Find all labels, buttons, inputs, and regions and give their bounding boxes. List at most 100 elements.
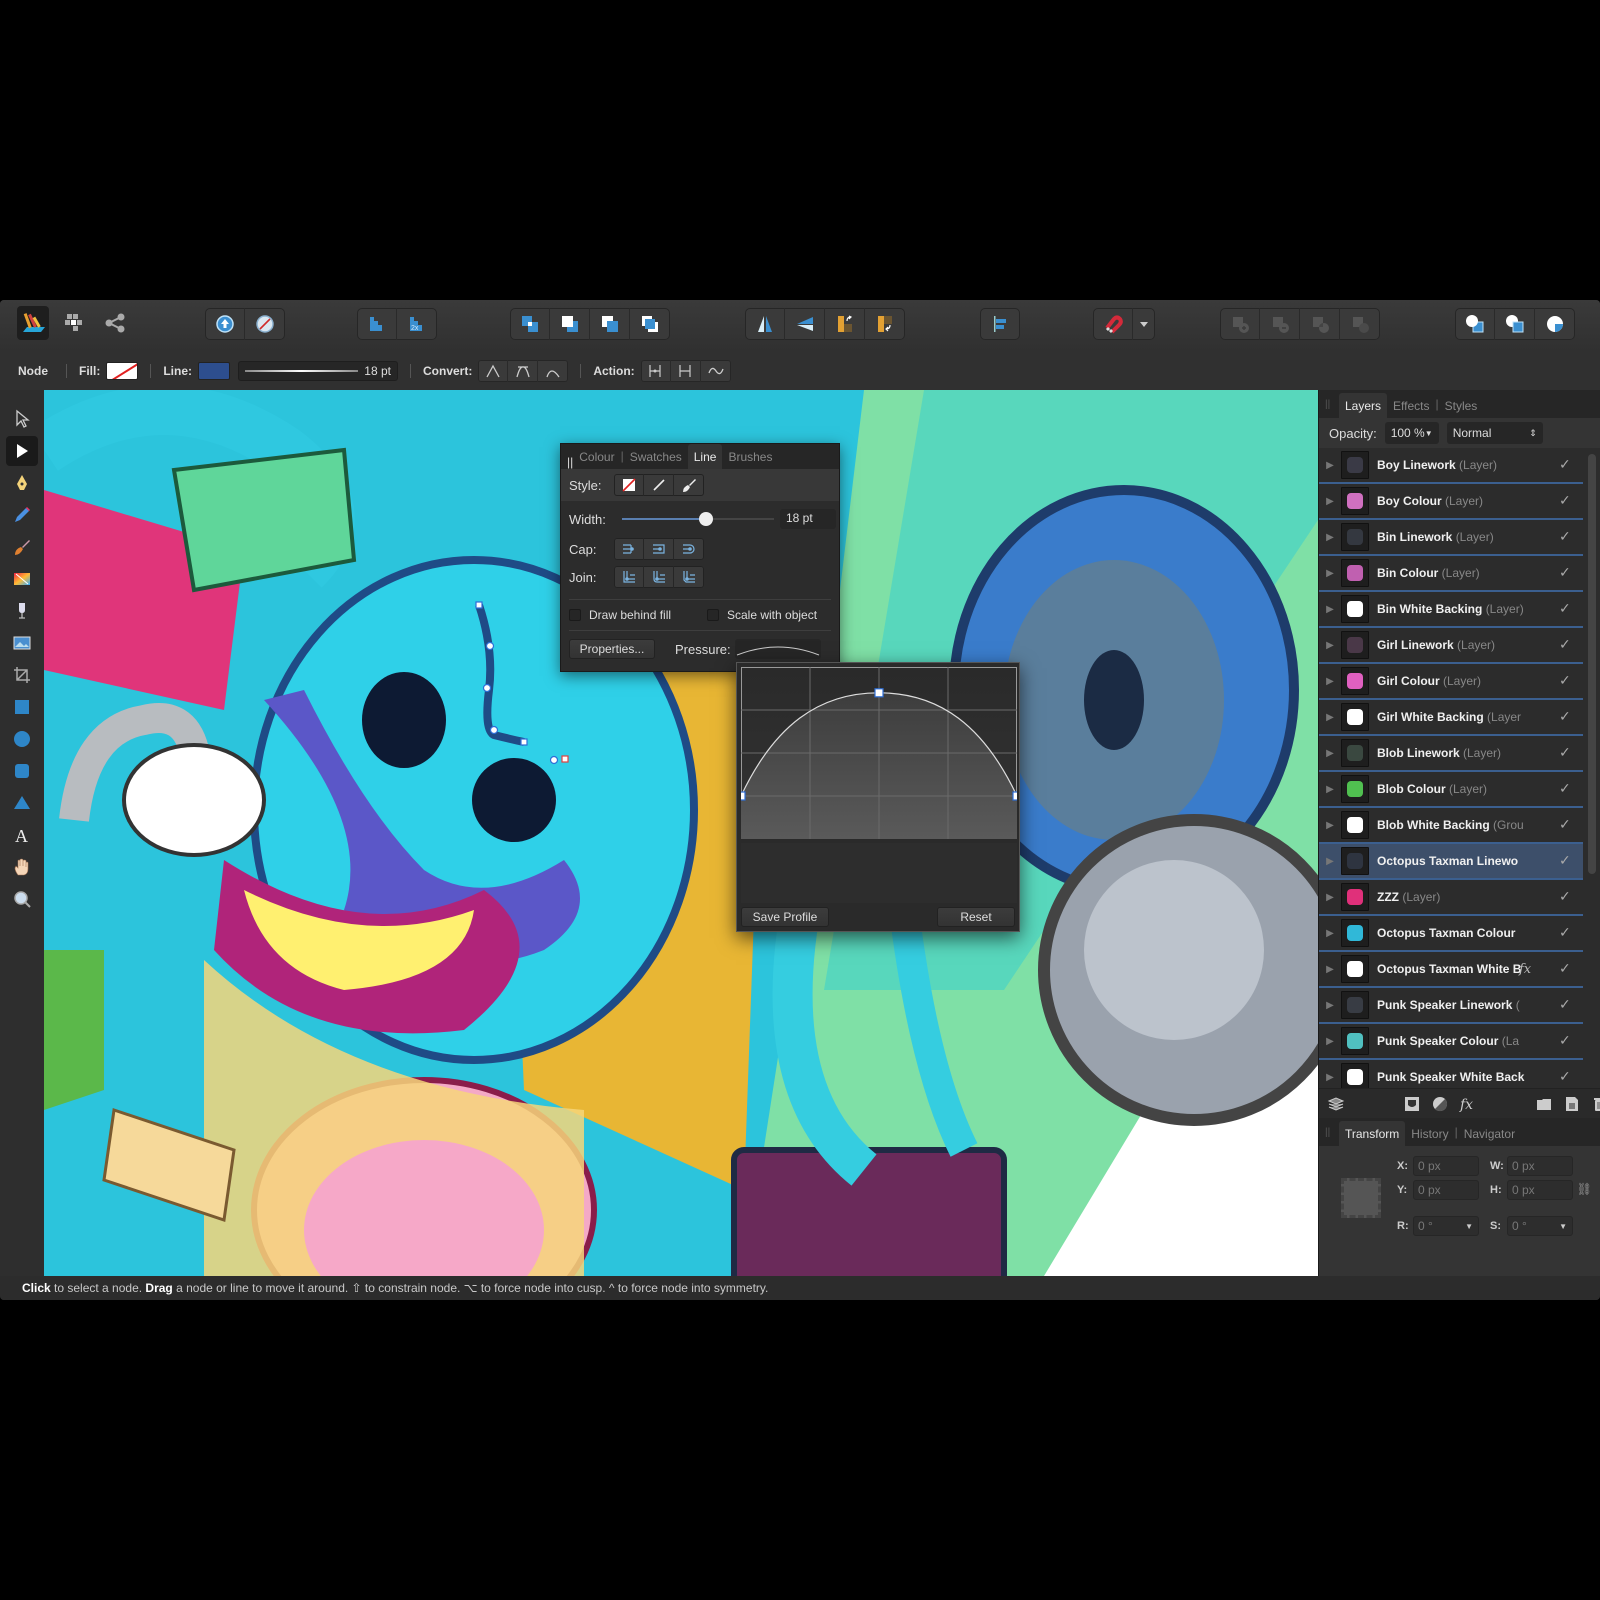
layers-stack-button[interactable] [1327, 1095, 1345, 1113]
pencil-tool[interactable] [6, 500, 38, 530]
convert-smart-button[interactable] [538, 360, 568, 382]
tab-styles[interactable]: Styles [1439, 393, 1484, 418]
snapping-dropdown-button[interactable] [1133, 308, 1155, 340]
rounded-rectangle-tool[interactable] [6, 756, 38, 786]
curve-node[interactable] [1012, 791, 1017, 801]
tab-transform[interactable]: Transform [1339, 1121, 1406, 1146]
layer-row[interactable]: ▶ ZZZ (Layer) ✓ [1319, 880, 1583, 916]
layer-row[interactable]: ▶ Octopus Taxman Colour ✓ [1319, 916, 1583, 952]
layer-row[interactable]: ▶ Punk Speaker Colour (La ✓ [1319, 1024, 1583, 1060]
pressure-graph[interactable] [741, 667, 1017, 839]
link-proportions-icon[interactable]: ⛓ [1577, 1182, 1592, 1196]
join-curves-button[interactable] [671, 360, 701, 382]
visibility-checkbox[interactable]: ✓ [1559, 636, 1577, 654]
layer-row[interactable]: ▶ Boy Linework (Layer) ✓ [1319, 448, 1583, 484]
panel-grip[interactable]: || [1325, 1127, 1339, 1138]
brush-line-style-button[interactable] [674, 474, 704, 496]
layer-row[interactable]: ▶ Bin Linework (Layer) ✓ [1319, 520, 1583, 556]
layer-row[interactable]: ▶ Girl Linework (Layer) ✓ [1319, 628, 1583, 664]
layer-row[interactable]: ▶ Octopus Taxman Linewo ✓ [1319, 844, 1583, 880]
mask-layer-button[interactable] [1403, 1095, 1421, 1113]
draw-behind-fill-checkbox[interactable] [569, 609, 581, 621]
export-persona-button[interactable] [99, 306, 131, 340]
expand-triangle-icon[interactable]: ▶ [1319, 496, 1341, 507]
convert-smooth-button[interactable] [508, 360, 539, 382]
miter-join-button[interactable] [614, 566, 644, 588]
layer-row[interactable]: ▶ Punk Speaker White Back ✓ [1319, 1060, 1583, 1088]
square-cap-button[interactable] [644, 538, 674, 560]
scale-with-object-checkbox[interactable] [707, 609, 719, 621]
add-button[interactable] [1220, 308, 1260, 340]
expand-triangle-icon[interactable]: ▶ [1319, 856, 1341, 867]
divide-button[interactable] [1340, 308, 1380, 340]
rotate-right-button[interactable] [865, 308, 905, 340]
expand-triangle-icon[interactable]: ▶ [1319, 820, 1341, 831]
round-cap-button[interactable] [674, 538, 704, 560]
bevel-join-button[interactable] [674, 566, 704, 588]
tab-layers[interactable]: Layers [1339, 393, 1388, 418]
expand-triangle-icon[interactable]: ▶ [1319, 1036, 1341, 1047]
opacity-dropdown[interactable]: 100 % ▼ [1384, 422, 1439, 444]
tab-navigator[interactable]: Navigator [1458, 1121, 1521, 1146]
x-field[interactable]: 0 px [1413, 1156, 1479, 1176]
anchor-selector[interactable] [1341, 1178, 1381, 1218]
snapping-button[interactable] [1093, 308, 1133, 340]
line-color-swatch[interactable] [198, 362, 230, 380]
pixel-persona-button[interactable] [58, 306, 90, 340]
move-forward-one-button[interactable] [590, 308, 630, 340]
visibility-checkbox[interactable]: ✓ [1559, 924, 1577, 942]
layer-row[interactable]: ▶ Girl White Backing (Layer ✓ [1319, 700, 1583, 736]
visibility-checkbox[interactable]: ✓ [1559, 600, 1577, 618]
vector-brush-tool[interactable] [6, 532, 38, 562]
layer-row[interactable]: ▶ Bin White Backing (Layer) ✓ [1319, 592, 1583, 628]
layer-row[interactable]: ▶ Bin Colour (Layer) ✓ [1319, 556, 1583, 592]
visibility-checkbox[interactable]: ✓ [1559, 492, 1577, 510]
rotation-field[interactable]: 0 ° ▼ [1413, 1216, 1479, 1236]
export-button[interactable] [357, 308, 397, 340]
convert-sharp-button[interactable] [478, 360, 509, 382]
butt-cap-button[interactable] [614, 538, 644, 560]
expand-triangle-icon[interactable]: ▶ [1319, 748, 1341, 759]
align-button[interactable] [980, 308, 1020, 340]
visibility-checkbox[interactable]: ✓ [1559, 1032, 1577, 1050]
designer-persona-button[interactable] [17, 306, 49, 340]
fill-swatch[interactable] [106, 362, 139, 380]
visibility-checkbox[interactable]: ✓ [1559, 456, 1577, 474]
blend-mode-dropdown[interactable]: Normal ⇕ [1446, 422, 1543, 444]
visibility-checkbox[interactable]: ✓ [1559, 528, 1577, 546]
layer-row[interactable]: ▶ Blob Colour (Layer) ✓ [1319, 772, 1583, 808]
tab-brushes[interactable]: Brushes [722, 444, 778, 469]
layer-row[interactable]: ▶ Girl Colour (Layer) ✓ [1319, 664, 1583, 700]
zoom-tool[interactable] [6, 884, 38, 914]
crop-tool[interactable] [6, 660, 38, 690]
width-value-field[interactable]: 18 pt [780, 509, 836, 529]
hand-tool[interactable] [6, 852, 38, 882]
flip-horizontal-button[interactable] [745, 308, 785, 340]
flip-vertical-button[interactable] [785, 308, 825, 340]
width-slider[interactable] [622, 512, 774, 526]
expand-triangle-icon[interactable]: ▶ [1319, 1000, 1341, 1011]
layer-row[interactable]: ▶ Boy Colour (Layer) ✓ [1319, 484, 1583, 520]
move-to-back-button[interactable] [510, 308, 550, 340]
expand-triangle-icon[interactable]: ▶ [1319, 604, 1341, 615]
insert-inside-button[interactable] [1495, 308, 1535, 340]
visibility-checkbox[interactable]: ✓ [1559, 780, 1577, 798]
visibility-checkbox[interactable]: ✓ [1559, 1068, 1577, 1086]
slider-knob[interactable] [698, 512, 713, 526]
expand-triangle-icon[interactable]: ▶ [1319, 784, 1341, 795]
y-field[interactable]: 0 px [1413, 1180, 1479, 1200]
move-to-front-button[interactable] [630, 308, 670, 340]
layer-row[interactable]: ▶ Blob Linework (Layer) ✓ [1319, 736, 1583, 772]
triangle-tool[interactable] [6, 788, 38, 818]
properties-button[interactable]: Properties... [569, 639, 655, 659]
save-profile-button[interactable]: Save Profile [741, 907, 829, 927]
expand-triangle-icon[interactable]: ▶ [1319, 532, 1341, 543]
effects-button[interactable]: fx [1459, 1095, 1477, 1113]
visibility-checkbox[interactable]: ✓ [1559, 564, 1577, 582]
expand-triangle-icon[interactable]: ▶ [1319, 676, 1341, 687]
tab-line[interactable]: Line [687, 444, 723, 469]
expand-triangle-icon[interactable]: ▶ [1319, 568, 1341, 579]
curve-node[interactable] [741, 791, 746, 801]
place-image-tool[interactable] [6, 628, 38, 658]
expand-triangle-icon[interactable]: ▶ [1319, 892, 1341, 903]
